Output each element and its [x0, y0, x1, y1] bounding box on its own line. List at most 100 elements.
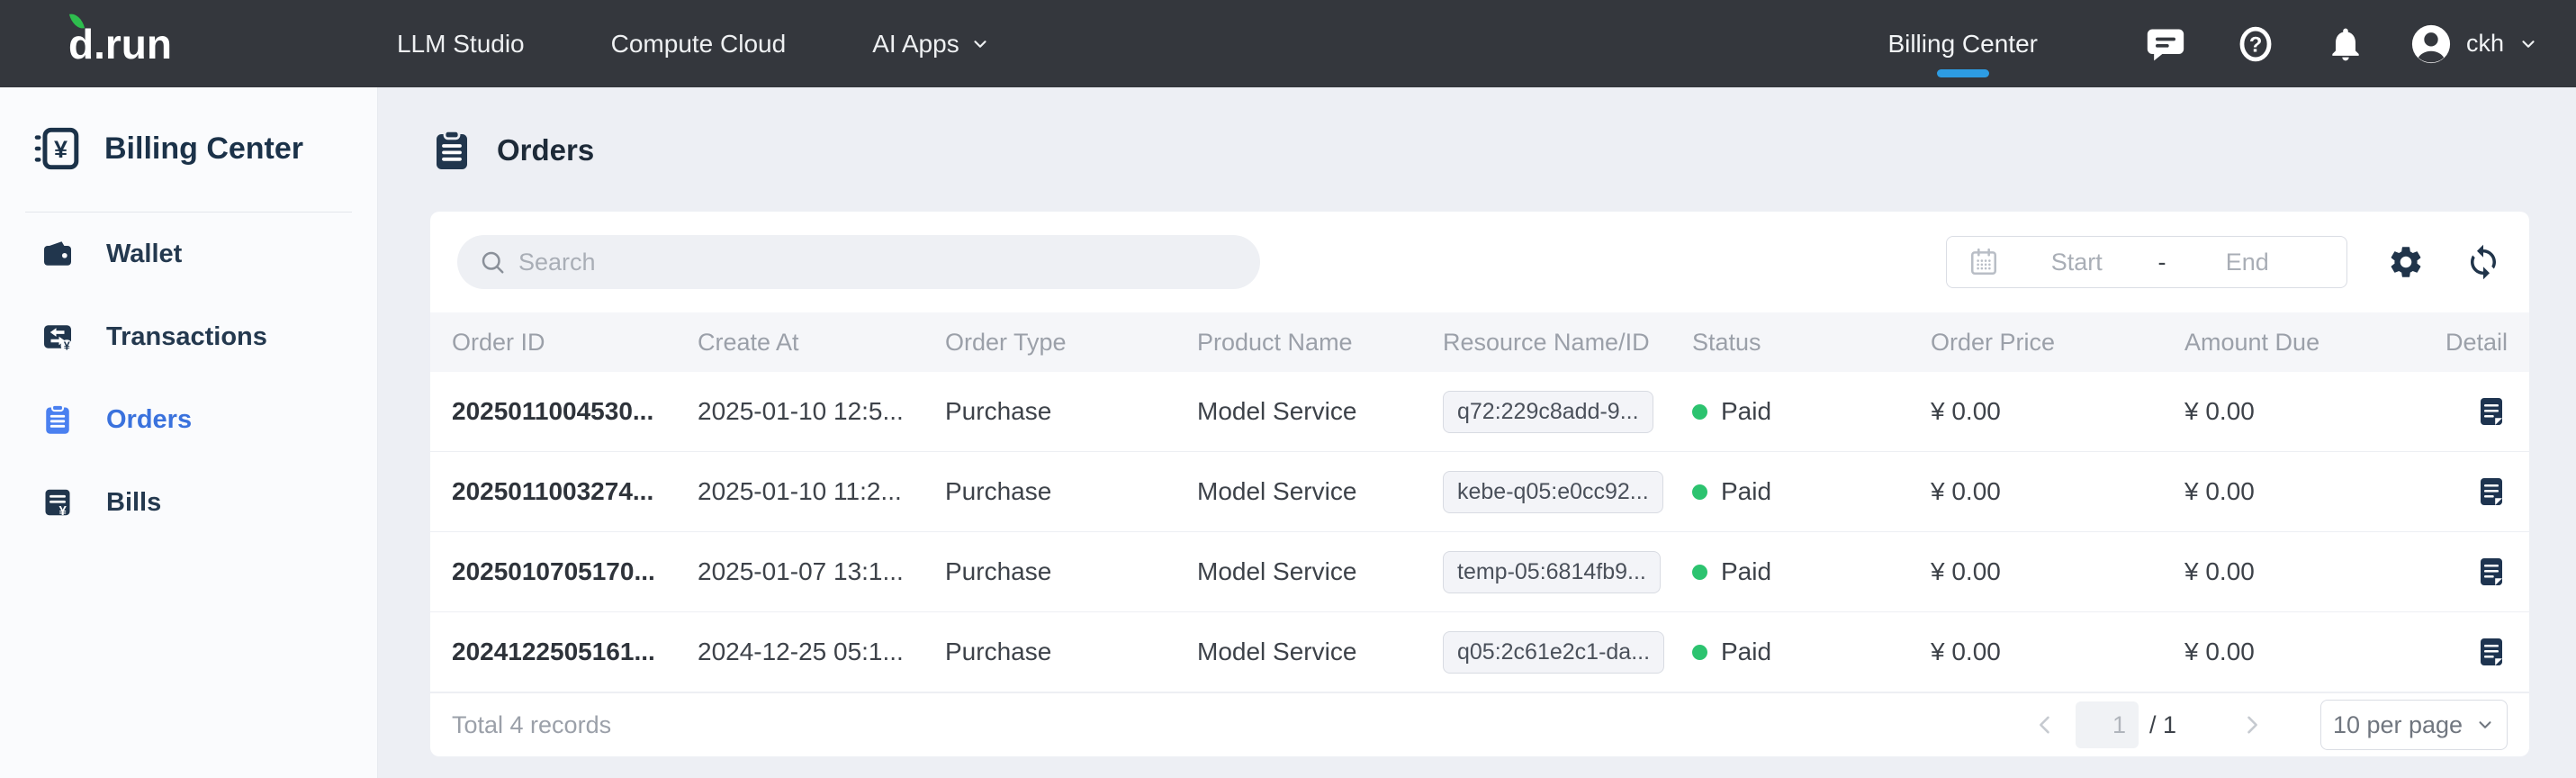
- nav-item-llm-studio[interactable]: LLM Studio: [397, 30, 525, 59]
- cell-resource: q05:2c61e2c1-da...: [1443, 631, 1692, 674]
- cell-order-id: 2024122505161...: [452, 638, 698, 666]
- table-footer: Total 4 records / 1 10 per page: [430, 692, 2529, 756]
- next-page-button[interactable]: [2239, 712, 2265, 737]
- logo[interactable]: d.run: [68, 20, 172, 68]
- calendar-icon: [1968, 247, 1999, 277]
- page-size-select[interactable]: 10 per page: [2320, 700, 2508, 750]
- cell-order-type: Purchase: [945, 477, 1197, 506]
- table-row: 2024122505161... 2024-12-25 05:1... Purc…: [430, 612, 2529, 692]
- sidebar-item-transactions[interactable]: ¥ Transactions: [0, 295, 377, 378]
- col-header-detail: Detail: [2427, 329, 2508, 357]
- sidebar-item-orders[interactable]: Orders: [0, 378, 377, 461]
- table-row: 2025010705170... 2025-01-07 13:1... Purc…: [430, 532, 2529, 612]
- nav-label: AI Apps: [872, 30, 959, 59]
- avatar-icon: [2410, 23, 2452, 65]
- header-icons: ?: [2146, 24, 2365, 64]
- cell-order-type: Purchase: [945, 638, 1197, 666]
- nav-item-billing-center[interactable]: Billing Center: [1887, 0, 2038, 87]
- cell-status: Paid: [1692, 477, 1931, 506]
- sidebar: ¥ Billing Center Wallet ¥ Transactions: [0, 87, 378, 778]
- cell-product-name: Model Service: [1197, 477, 1443, 506]
- search-input[interactable]: [518, 249, 1260, 276]
- cell-create-at: 2025-01-10 11:2...: [698, 477, 945, 506]
- detail-icon: [2475, 636, 2508, 668]
- user-menu[interactable]: ckh: [2410, 23, 2538, 65]
- search-icon: [479, 249, 506, 276]
- cell-amount-due: ¥ 0.00: [2184, 477, 2427, 506]
- cell-order-price: ¥ 0.00: [1931, 477, 2184, 506]
- refresh-button[interactable]: [2464, 243, 2502, 281]
- prev-page-button[interactable]: [2032, 712, 2058, 737]
- resource-tag: temp-05:6814fb9...: [1443, 551, 1661, 593]
- cell-product-name: Model Service: [1197, 557, 1443, 586]
- billing-center-label: Billing Center: [1887, 30, 2038, 59]
- billing-ledger-icon: ¥: [32, 124, 81, 173]
- page-number-input[interactable]: [2076, 701, 2139, 748]
- col-header-order-price: Order Price: [1931, 329, 2184, 357]
- cell-create-at: 2025-01-10 12:5...: [698, 397, 945, 426]
- date-start-field[interactable]: Start: [1999, 249, 2155, 276]
- status-dot-paid: [1692, 404, 1707, 420]
- status-dot-paid: [1692, 645, 1707, 660]
- chevron-down-icon: [2518, 34, 2538, 54]
- page-size-label: 10 per page: [2333, 711, 2463, 739]
- top-right-cluster: Billing Center ? ckh: [1887, 0, 2538, 87]
- col-header-product-name: Product Name: [1197, 329, 1443, 357]
- orders-page-icon: [430, 129, 473, 172]
- cell-amount-due: ¥ 0.00: [2184, 397, 2427, 426]
- resource-tag: q72:229c8add-9...: [1443, 391, 1653, 433]
- date-end-field[interactable]: End: [2170, 249, 2326, 276]
- detail-icon: [2475, 475, 2508, 508]
- chevron-left-icon: [2032, 712, 2058, 737]
- nav-item-compute-cloud[interactable]: Compute Cloud: [611, 30, 787, 59]
- bills-icon: ¥: [41, 486, 74, 519]
- sidebar-item-bills[interactable]: ¥ Bills: [0, 461, 377, 544]
- chevron-right-icon: [2239, 712, 2265, 737]
- orders-card: Start - End Order ID Create At Order Typ…: [430, 212, 2529, 756]
- sidebar-item-label: Wallet: [106, 240, 182, 269]
- help-icon[interactable]: ?: [2236, 24, 2275, 64]
- active-tab-underline: [1937, 69, 1989, 77]
- table-toolbar: Start - End: [430, 212, 2529, 312]
- transactions-icon: ¥: [41, 321, 74, 353]
- detail-button[interactable]: [2475, 556, 2508, 588]
- cell-order-price: ¥ 0.00: [1931, 638, 2184, 666]
- cell-order-id: 2025011004530...: [452, 397, 698, 426]
- detail-button[interactable]: [2475, 395, 2508, 428]
- cell-create-at: 2024-12-25 05:1...: [698, 638, 945, 666]
- status-label: Paid: [1721, 477, 1771, 506]
- nav-label: Compute Cloud: [611, 30, 787, 59]
- table-header-row: Order ID Create At Order Type Product Na…: [430, 312, 2529, 372]
- pagination: / 1 10 per page: [2032, 700, 2508, 750]
- sidebar-item-label: Bills: [106, 488, 161, 518]
- message-icon[interactable]: [2146, 24, 2185, 64]
- notification-icon[interactable]: [2326, 24, 2365, 64]
- svg-text:¥: ¥: [59, 503, 68, 519]
- gear-icon: [2387, 243, 2425, 281]
- sidebar-item-wallet[interactable]: Wallet: [0, 213, 377, 295]
- cell-amount-due: ¥ 0.00: [2184, 638, 2427, 666]
- detail-button[interactable]: [2475, 636, 2508, 668]
- top-header: d.run LLM Studio Compute Cloud AI Apps B…: [0, 0, 2576, 87]
- cell-resource: q72:229c8add-9...: [1443, 391, 1692, 433]
- detail-button[interactable]: [2475, 475, 2508, 508]
- detail-icon: [2475, 556, 2508, 588]
- sidebar-menu: Wallet ¥ Transactions Orders: [0, 213, 377, 544]
- col-header-status: Status: [1692, 329, 1931, 357]
- col-header-amount-due: Amount Due: [2184, 329, 2427, 357]
- settings-button[interactable]: [2387, 243, 2425, 281]
- page-header: Orders: [430, 125, 2526, 176]
- nav-item-ai-apps[interactable]: AI Apps: [872, 30, 990, 59]
- status-dot-paid: [1692, 484, 1707, 500]
- cell-product-name: Model Service: [1197, 397, 1443, 426]
- cell-order-id: 2025010705170...: [452, 557, 698, 586]
- cell-order-type: Purchase: [945, 397, 1197, 426]
- search-box: [457, 235, 1260, 289]
- date-range-picker[interactable]: Start - End: [1946, 236, 2347, 288]
- status-dot-paid: [1692, 565, 1707, 580]
- detail-icon: [2475, 395, 2508, 428]
- sidebar-title-label: Billing Center: [104, 131, 303, 167]
- chevron-down-icon: [2475, 715, 2495, 735]
- nav-label: LLM Studio: [397, 30, 525, 59]
- cell-status: Paid: [1692, 397, 1931, 426]
